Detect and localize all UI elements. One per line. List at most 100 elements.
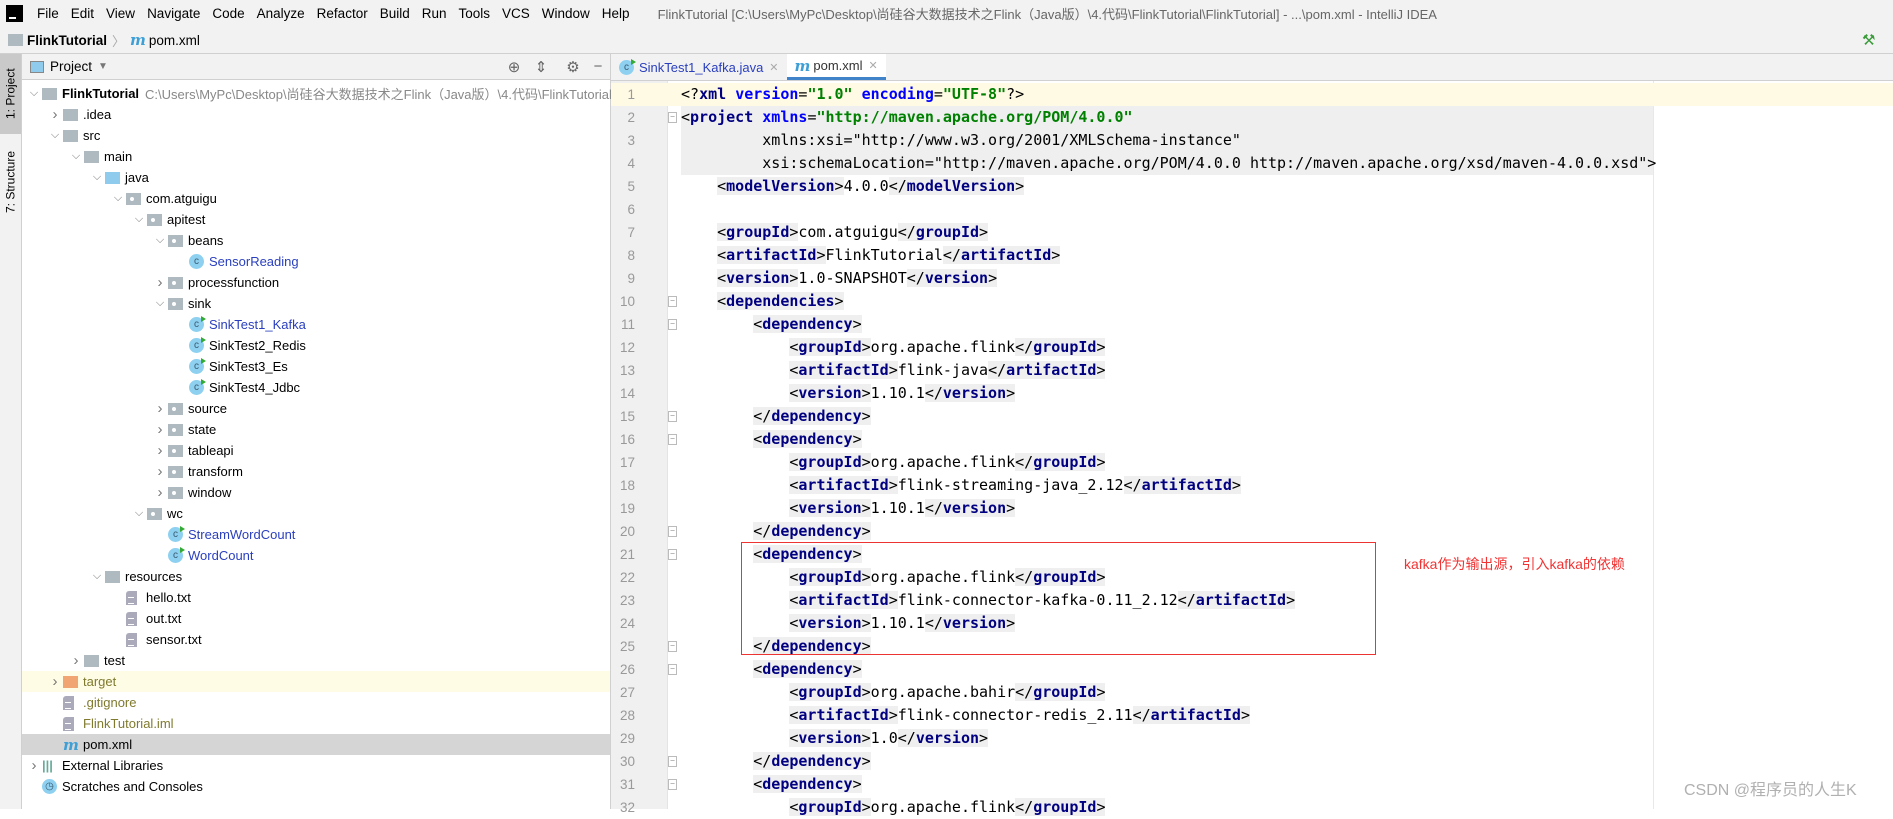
menu-run[interactable]: Run (416, 6, 453, 21)
breadcrumb-file[interactable]: m pom.xml (130, 31, 200, 49)
tree-item[interactable]: › .idea (22, 104, 610, 125)
chevron-right-icon[interactable]: › (47, 673, 63, 690)
tree-item[interactable]: c WordCount (22, 545, 610, 566)
tree-item[interactable]: › tableapi (22, 440, 610, 461)
fold-marker-icon[interactable]: − (668, 296, 677, 307)
breadcrumb-project[interactable]: FlinkTutorial (8, 33, 107, 48)
code-line[interactable]: 8 <artifactId>FlinkTutorial</artifactId> (611, 244, 1893, 267)
tree-item[interactable]: .gitignore (22, 692, 610, 713)
tree-item[interactable]: ⌵ beans (22, 230, 610, 251)
tree-item[interactable]: ⌵ src (22, 125, 610, 146)
chevron-down-icon[interactable]: ⌵ (131, 507, 147, 520)
chevron-right-icon[interactable]: › (47, 106, 63, 123)
fold-marker-icon[interactable]: − (668, 526, 677, 537)
tree-item[interactable]: › window (22, 482, 610, 503)
tree-item[interactable]: › transform (22, 461, 610, 482)
chevron-down-icon[interactable]: ▼ (98, 61, 108, 72)
tree-item[interactable]: › state (22, 419, 610, 440)
chevron-down-icon[interactable]: ⌵ (152, 297, 168, 310)
menu-file[interactable]: File (31, 6, 65, 21)
code-line[interactable]: 18 <artifactId>flink-streaming-java_2.12… (611, 474, 1893, 497)
tree-item[interactable]: ⌵ apitest (22, 209, 610, 230)
tree-item[interactable]: ⌵ resources (22, 566, 610, 587)
chevron-right-icon[interactable]: › (26, 757, 42, 774)
code-line[interactable]: 27 <groupId>org.apache.bahir</groupId> (611, 681, 1893, 704)
close-icon[interactable]: ✕ (769, 61, 778, 74)
code-line[interactable]: 9 <version>1.0-SNAPSHOT</version> (611, 267, 1893, 290)
chevron-down-icon[interactable]: ⌵ (131, 213, 147, 226)
tree-item[interactable]: sensor.txt (22, 629, 610, 650)
code-line[interactable]: 5 <modelVersion>4.0.0</modelVersion> (611, 175, 1893, 198)
chevron-right-icon[interactable]: › (152, 400, 168, 417)
code-line[interactable]: 20 − </dependency> (611, 520, 1893, 543)
fold-marker-icon[interactable]: − (668, 319, 677, 330)
fold-marker-icon[interactable]: − (668, 664, 677, 675)
code-line[interactable]: 28 <artifactId>flink-connector-redis_2.1… (611, 704, 1893, 727)
fold-marker-icon[interactable]: − (668, 112, 677, 123)
tree-item[interactable]: ⌵ com.atguigu (22, 188, 610, 209)
code-line[interactable]: 16 − <dependency> (611, 428, 1893, 451)
menu-help[interactable]: Help (596, 6, 636, 21)
editor-tab[interactable]: m pom.xml ✕ (786, 54, 886, 80)
menu-vcs[interactable]: VCS (496, 6, 536, 21)
chevron-right-icon[interactable]: › (152, 421, 168, 438)
fold-marker-icon[interactable]: − (668, 549, 677, 560)
code-line[interactable]: 14 <version>1.10.1</version> (611, 382, 1893, 405)
structure-tool-tab[interactable]: 7: Structure (0, 142, 21, 222)
tree-item[interactable]: › target (22, 671, 610, 692)
tree-item[interactable]: c SensorReading (22, 251, 610, 272)
chevron-down-icon[interactable]: ⌵ (47, 129, 63, 142)
tree-item[interactable]: c SinkTest1_Kafka (22, 314, 610, 335)
code-line[interactable]: 1 <?xml version="1.0" encoding="UTF-8"?> (611, 83, 1893, 106)
code-line[interactable]: 19 <version>1.10.1</version> (611, 497, 1893, 520)
fold-marker-icon[interactable]: − (668, 641, 677, 652)
menu-tools[interactable]: Tools (453, 6, 497, 21)
chevron-down-icon[interactable]: ⌵ (26, 87, 42, 100)
code-line[interactable]: 29 <version>1.0</version> (611, 727, 1893, 750)
chevron-right-icon[interactable]: › (152, 442, 168, 459)
menu-refactor[interactable]: Refactor (311, 6, 374, 21)
chevron-down-icon[interactable]: ⌵ (110, 192, 126, 205)
chevron-right-icon[interactable]: › (68, 652, 84, 669)
tree-item[interactable]: › ||| External Libraries (22, 755, 610, 776)
code-line[interactable]: 2 − <project xmlns="http://maven.apache.or… (611, 106, 1893, 129)
gear-icon[interactable]: ⚙ (563, 58, 583, 76)
chevron-right-icon[interactable]: › (152, 274, 168, 291)
tree-item[interactable]: out.txt (22, 608, 610, 629)
tree-item[interactable]: ⌵ sink (22, 293, 610, 314)
tree-item[interactable]: c SinkTest4_Jdbc (22, 377, 610, 398)
chevron-down-icon[interactable]: ⌵ (152, 234, 168, 247)
code-line[interactable]: 3 xmlns:xsi="http://www.w3.org/2001/XMLS… (611, 129, 1893, 152)
tree-item[interactable]: hello.txt (22, 587, 610, 608)
menu-build[interactable]: Build (374, 6, 416, 21)
tree-item[interactable]: ◷ Scratches and Consoles (22, 776, 610, 797)
chevron-right-icon[interactable]: › (152, 463, 168, 480)
tree-item[interactable]: › processfunction (22, 272, 610, 293)
hide-icon[interactable]: − (588, 58, 608, 75)
tree-item[interactable]: › test (22, 650, 610, 671)
code-line[interactable]: 30 − </dependency> (611, 750, 1893, 773)
fold-marker-icon[interactable]: − (668, 756, 677, 767)
code-line[interactable]: 4 xsi:schemaLocation="http://maven.apach… (611, 152, 1893, 175)
code-line[interactable]: 7 <groupId>com.atguigu</groupId> (611, 221, 1893, 244)
close-icon[interactable]: ✕ (869, 59, 878, 72)
code-line[interactable]: 17 <groupId>org.apache.flink</groupId> (611, 451, 1893, 474)
code-line[interactable]: 10 − <dependencies> (611, 290, 1893, 313)
project-tool-tab[interactable]: 1: Project (0, 54, 21, 134)
editor-tab[interactable]: c SinkTest1_Kafka.java ✕ (611, 54, 787, 80)
project-view-selector[interactable]: Project (50, 59, 92, 74)
code-editor[interactable]: 1 <?xml version="1.0" encoding="UTF-8"?> 2… (611, 81, 1893, 816)
chevron-down-icon[interactable]: ⌵ (89, 171, 105, 184)
tree-item[interactable]: ⌵ FlinkTutorial C:\Users\MyPc\Desktop\尚硅谷大… (22, 83, 624, 104)
locate-icon[interactable]: ⊕ (504, 58, 524, 76)
menu-navigate[interactable]: Navigate (141, 6, 206, 21)
tree-item[interactable]: c SinkTest3_Es (22, 356, 610, 377)
menu-code[interactable]: Code (206, 6, 250, 21)
tree-item[interactable]: c StreamWordCount (22, 524, 610, 545)
menu-analyze[interactable]: Analyze (251, 6, 311, 21)
tree-item[interactable]: c SinkTest2_Redis (22, 335, 610, 356)
menu-window[interactable]: Window (536, 6, 596, 21)
code-line[interactable]: 13 <artifactId>flink-java</artifactId> (611, 359, 1893, 382)
tree-item[interactable]: › source (22, 398, 610, 419)
tree-item[interactable]: FlinkTutorial.iml (22, 713, 610, 734)
